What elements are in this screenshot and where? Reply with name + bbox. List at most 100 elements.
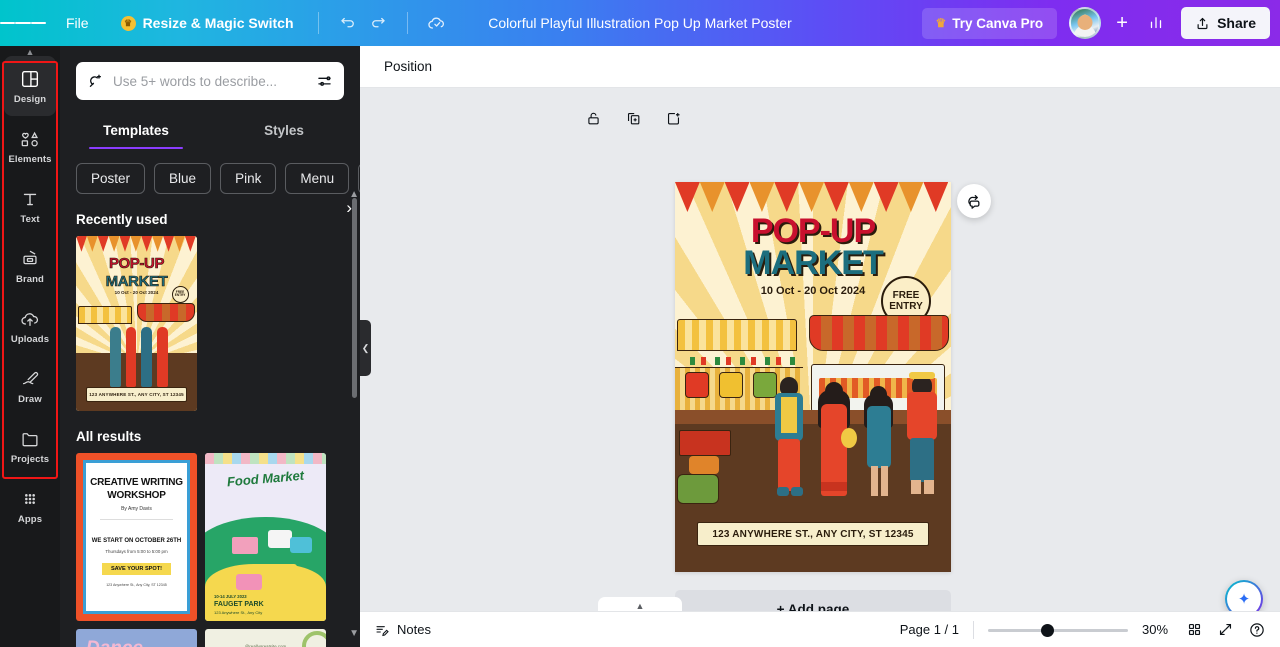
duplicate-icon	[627, 112, 640, 125]
fullscreen-button[interactable]	[1217, 621, 1234, 638]
person-decor	[771, 377, 807, 497]
bottom-bar: Notes Page 1 / 1 30%	[360, 611, 1280, 647]
redo-icon[interactable]	[363, 8, 393, 38]
person-decor	[141, 327, 153, 387]
design-icon	[21, 70, 39, 87]
add-page-button[interactable]	[665, 110, 683, 128]
lock-icon	[588, 112, 599, 125]
add-page-icon	[667, 112, 680, 125]
avatar[interactable]	[1069, 7, 1102, 39]
share-label: Share	[1217, 15, 1256, 31]
canvas-area[interactable]: POP-UP MARKET 10 Oct - 20 Oct 2024 FREE …	[360, 88, 1280, 647]
all-results-list: CREATIVE WRITING WORKSHOP By Amy Davis W…	[60, 453, 360, 647]
templates-panel: Templates Styles Poster Blue Pink Menu G…	[60, 46, 360, 647]
sidebar-item-projects[interactable]: Projects	[0, 416, 60, 476]
sidebar-item-label: Design	[13, 93, 47, 105]
result-dates: 10-14 JULY 2023	[214, 594, 247, 599]
analytics-icon[interactable]	[1141, 8, 1171, 38]
sidebar-item-text[interactable]: Text	[0, 176, 60, 236]
rail-caret-icon: ▲	[25, 47, 35, 57]
sidebar-item-label: Uploads	[10, 333, 50, 345]
produce-basket-decor	[677, 474, 719, 504]
poster-canvas[interactable]: POP-UP MARKET 10 Oct - 20 Oct 2024 FREE …	[675, 182, 951, 572]
position-button[interactable]: Position	[374, 53, 442, 80]
chevron-left-icon: ❮	[361, 342, 370, 353]
floor-decor	[76, 353, 197, 411]
resize-magic-switch-button[interactable]: ♛ Resize & Magic Switch	[111, 9, 304, 37]
jar-decor	[685, 372, 709, 398]
sidebar-item-draw[interactable]: Draw	[0, 356, 60, 416]
scroll-down-icon[interactable]: ▼	[349, 629, 359, 639]
tab-templates[interactable]: Templates	[62, 114, 210, 149]
panel-tabs: Templates Styles	[60, 114, 360, 149]
divider	[406, 12, 408, 34]
jar-decor	[719, 372, 743, 398]
list-item[interactable]: Food Market 10-14 JULY 2023 FAUGET PARK …	[205, 453, 326, 621]
sidebar-item-elements[interactable]: Elements	[0, 116, 60, 176]
grid-view-icon	[1188, 623, 1201, 636]
apps-icon	[25, 493, 35, 504]
share-button[interactable]: Share	[1181, 7, 1270, 39]
result-title: Dance	[86, 638, 143, 647]
hamburger-icon[interactable]	[0, 0, 46, 46]
chip-poster[interactable]: Poster	[76, 163, 146, 194]
badge-line1: FREE	[892, 290, 920, 301]
comment-reply-button[interactable]	[957, 184, 991, 218]
sidebar-item-apps[interactable]: Apps	[0, 476, 60, 536]
chip-blue[interactable]: Blue	[154, 163, 212, 194]
poster-title-line1: POP-UP	[750, 212, 876, 250]
panel-scrollbar[interactable]	[352, 198, 357, 398]
cloud-saved-icon[interactable]	[422, 8, 452, 38]
awning-left-decor	[78, 306, 132, 324]
grid-view-button[interactable]	[1186, 621, 1203, 638]
zoom-slider-knob[interactable]	[1041, 623, 1055, 637]
lock-page-button[interactable]	[585, 110, 603, 128]
awning-right-decor	[809, 315, 949, 351]
search-input[interactable]	[113, 73, 307, 89]
sidebar-item-uploads[interactable]: Uploads	[0, 296, 60, 356]
undo-icon[interactable]	[333, 8, 363, 38]
page-tools	[585, 110, 683, 128]
result-time-line: Thursdays from 5:00 to 5:00 pm	[105, 549, 168, 555]
poster-thumbnail-art: POP-UP MARKET 10 Oct - 20 Oct 2024 FREE …	[76, 236, 197, 411]
list-item[interactable]: POP-UP MARKET 10 Oct - 20 Oct 2024 FREE …	[76, 236, 197, 411]
garland-decor	[681, 357, 796, 365]
chevron-up-icon: ▲	[635, 601, 645, 611]
search-box[interactable]	[76, 62, 344, 100]
file-menu-button[interactable]: File	[54, 9, 101, 37]
duplicate-page-button[interactable]	[625, 110, 643, 128]
person-decor	[903, 372, 943, 500]
chip-pink[interactable]: Pink	[220, 163, 277, 194]
crown-icon: ♛	[120, 15, 136, 31]
result-title: Food Market	[226, 467, 305, 490]
chip-menu[interactable]: Menu	[285, 163, 350, 194]
try-canva-pro-button[interactable]: ♛ Try Canva Pro	[921, 7, 1058, 39]
zoom-slider[interactable]	[988, 623, 1128, 637]
person-decor	[109, 327, 121, 387]
add-collaborator-button[interactable]: +	[1107, 8, 1137, 38]
sidebar-item-label: Draw	[18, 393, 42, 405]
divider	[317, 12, 319, 34]
list-item[interactable]: Dance	[76, 629, 197, 647]
result-address: 123 Anywhere St., Any City, ST 12345	[106, 583, 167, 588]
page-tab-expander[interactable]: ▲	[598, 597, 682, 611]
notes-button[interactable]: Notes	[374, 622, 431, 638]
sidebar-item-label: Elements	[8, 153, 52, 165]
section-title-all-results: All results	[76, 429, 142, 444]
zoom-level-label: 30%	[1142, 622, 1169, 637]
chevron-right-icon[interactable]: ›	[346, 198, 352, 218]
brand-icon	[23, 250, 37, 264]
share-upload-icon	[1197, 17, 1208, 29]
sidebar-item-design[interactable]: Design	[4, 56, 56, 116]
list-item[interactable]: @reallygreatsite.com	[205, 629, 326, 647]
tab-styles[interactable]: Styles	[210, 114, 358, 149]
collapse-panel-button[interactable]: ❮	[360, 320, 371, 376]
poster-address: 123 ANYWHERE ST., ANY CITY, ST 12345	[697, 522, 929, 546]
list-item[interactable]: CREATIVE WRITING WORKSHOP By Amy Davis W…	[76, 453, 197, 621]
help-button[interactable]	[1248, 621, 1266, 639]
bunting-decor	[76, 236, 197, 252]
sidebar-item-brand[interactable]: Brand	[0, 236, 60, 296]
magic-search-icon	[89, 74, 102, 87]
page-indicator: Page 1 / 1	[899, 622, 959, 637]
main-area: Position POP-UP MARKET 10 Oct - 20 Oct 2…	[360, 46, 1280, 647]
